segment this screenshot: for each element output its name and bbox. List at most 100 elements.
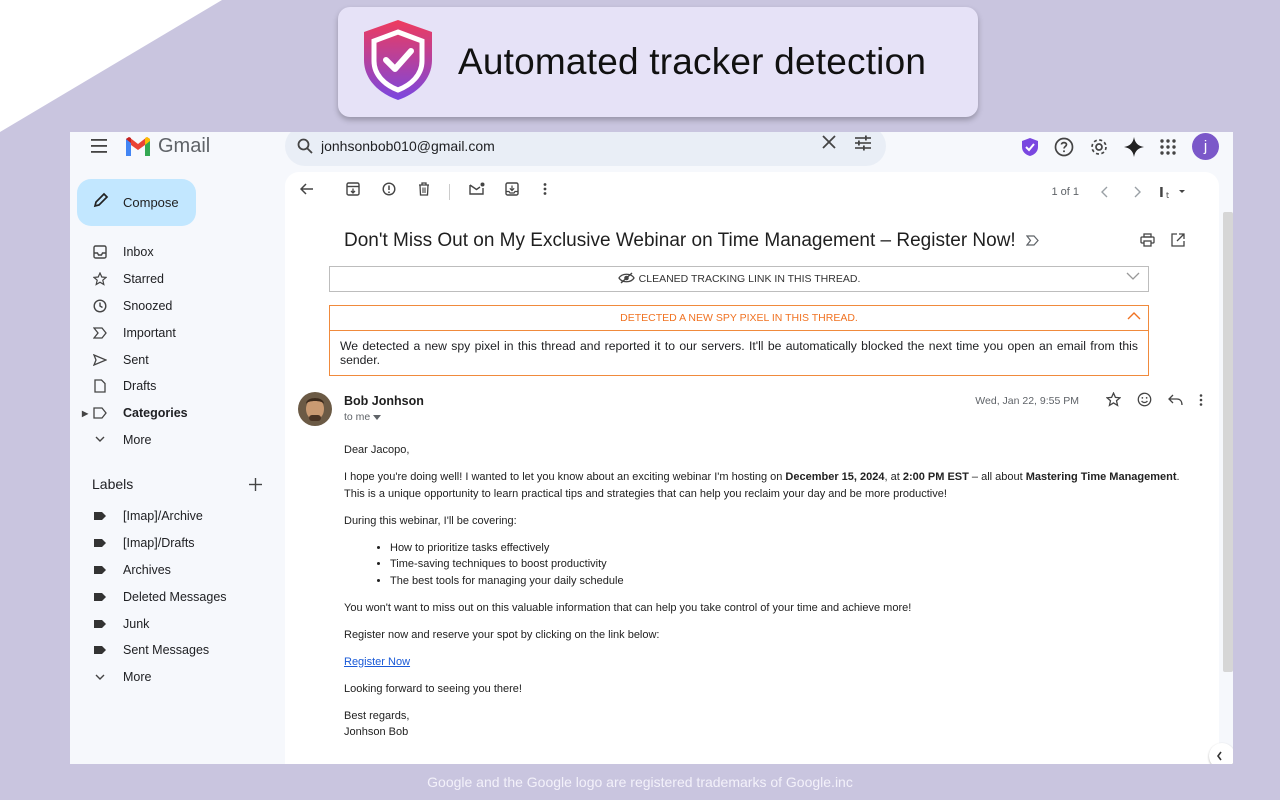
label-item-imap-archive[interactable]: [Imap]/Archive bbox=[70, 503, 280, 530]
recipient-details[interactable]: to me bbox=[344, 411, 382, 423]
clear-search-icon[interactable] bbox=[822, 135, 836, 149]
spy-pixel-header[interactable]: DETECTED A NEW SPY PIXEL IN THIS THREAD. bbox=[330, 306, 1148, 331]
more-vert-icon[interactable] bbox=[543, 182, 547, 196]
draft-icon bbox=[92, 378, 108, 394]
star-icon[interactable] bbox=[1106, 392, 1121, 407]
list-item: Time-saving techniques to boost producti… bbox=[390, 556, 1184, 573]
sidebar-item-more[interactable]: More bbox=[70, 427, 280, 454]
chevron-down-icon bbox=[92, 669, 108, 685]
pencil-icon bbox=[93, 192, 109, 213]
reply-icon[interactable] bbox=[1168, 392, 1183, 407]
page-count: 1 of 1 bbox=[1051, 186, 1079, 198]
sidebar-item-starred[interactable]: Starred bbox=[70, 266, 280, 293]
important-marker-icon[interactable] bbox=[1025, 230, 1039, 252]
sidebar-item-drafts[interactable]: Drafts bbox=[70, 373, 280, 400]
signature-block: Best regards, Jonhson Bob bbox=[344, 709, 410, 739]
feature-banner: Automated tracker detection bbox=[338, 7, 978, 117]
help-icon[interactable] bbox=[1054, 137, 1074, 157]
subject-text: Don't Miss Out on My Exclusive Webinar o… bbox=[344, 230, 1016, 251]
sidebar-item-important[interactable]: Important bbox=[70, 319, 280, 346]
label-tag-icon bbox=[92, 535, 108, 551]
scrollbar[interactable] bbox=[1223, 212, 1233, 672]
label-item-label: Sent Messages bbox=[123, 643, 210, 658]
chevron-down-icon bbox=[92, 432, 108, 448]
archive-icon[interactable] bbox=[346, 182, 360, 196]
body-paragraph-2: During this webinar, I'll be covering: bbox=[344, 514, 517, 527]
cleaned-tracking-notice[interactable]: CLEANED TRACKING LINK IN THIS THREAD. bbox=[329, 266, 1149, 292]
sidebar-item-sent[interactable]: Sent bbox=[70, 346, 280, 373]
settings-gear-icon[interactable] bbox=[1089, 137, 1109, 157]
label-item-archives[interactable]: Archives bbox=[70, 557, 280, 584]
label-item-junk[interactable]: Junk bbox=[70, 610, 280, 637]
search-options-icon[interactable] bbox=[854, 135, 872, 151]
body-paragraph-5: Looking forward to seeing you there! bbox=[344, 682, 522, 695]
chevron-down-icon[interactable] bbox=[1126, 272, 1140, 284]
mark-unread-icon[interactable] bbox=[469, 182, 485, 196]
tracker-shield-icon[interactable] bbox=[1021, 137, 1039, 157]
list-item: The best tools for managing your daily s… bbox=[390, 573, 1184, 590]
email-subject: Don't Miss Out on My Exclusive Webinar o… bbox=[344, 230, 1039, 252]
star-icon bbox=[92, 271, 108, 287]
back-arrow-icon[interactable] bbox=[300, 182, 314, 196]
sidebar-item-inbox[interactable]: Inbox bbox=[70, 239, 280, 266]
message-body: Dear Jacopo, I hope you're doing well! I… bbox=[344, 442, 1184, 751]
apps-grid-icon[interactable] bbox=[1159, 138, 1177, 156]
label-item-sent-messages[interactable]: Sent Messages bbox=[70, 637, 280, 664]
sidebar-item-label: Categories bbox=[123, 406, 188, 421]
sidebar-item-label: More bbox=[123, 432, 152, 447]
emoji-reaction-icon[interactable] bbox=[1137, 392, 1152, 407]
message-toolbar: 1 of 1 It bbox=[285, 182, 1219, 204]
message-date: Wed, Jan 22, 9:55 PM bbox=[975, 395, 1079, 407]
svg-text:I: I bbox=[1159, 186, 1164, 199]
move-to-icon[interactable] bbox=[505, 182, 519, 196]
label-item-more[interactable]: More bbox=[70, 664, 280, 691]
message-header: Bob Jonhson to me Wed, Jan 22, 9:55 PM bbox=[298, 392, 1203, 428]
main-menu-icon[interactable] bbox=[90, 136, 110, 156]
labels-list: [Imap]/Archive [Imap]/Drafts Archives De… bbox=[70, 503, 280, 691]
report-spam-icon[interactable] bbox=[382, 182, 396, 196]
register-link[interactable]: Register Now bbox=[344, 656, 410, 668]
newer-chevron-right-icon[interactable] bbox=[1133, 186, 1141, 198]
svg-text:t: t bbox=[1166, 191, 1169, 199]
sender-avatar[interactable] bbox=[298, 392, 332, 426]
body-paragraph-3: You won't want to miss out on this valua… bbox=[344, 601, 912, 614]
account-avatar[interactable]: j bbox=[1192, 133, 1219, 160]
label-item-label: Junk bbox=[123, 616, 150, 631]
older-chevron-left-icon[interactable] bbox=[1101, 186, 1109, 198]
trademark-footer: Google and the Google logo are registere… bbox=[427, 774, 853, 790]
sidebar-item-categories[interactable]: ▶ Categories bbox=[70, 400, 280, 427]
clock-icon bbox=[92, 298, 108, 314]
label-item-deleted-messages[interactable]: Deleted Messages bbox=[70, 583, 280, 610]
label-item-label: Deleted Messages bbox=[123, 589, 227, 604]
expand-caret-icon[interactable]: ▶ bbox=[82, 409, 88, 418]
label-item-label: More bbox=[123, 670, 152, 685]
inbox-icon bbox=[92, 244, 108, 260]
compose-button[interactable]: Compose bbox=[77, 179, 196, 226]
input-tools-icon[interactable]: It bbox=[1159, 185, 1187, 199]
sidebar-item-snoozed[interactable]: Snoozed bbox=[70, 293, 280, 320]
search-icon[interactable] bbox=[297, 138, 313, 154]
body-paragraph-1: I hope you're doing well! I wanted to le… bbox=[344, 471, 1180, 500]
label-item-imap-drafts[interactable]: [Imap]/Drafts bbox=[70, 530, 280, 557]
add-label-icon[interactable] bbox=[249, 477, 262, 491]
label-tag-icon bbox=[92, 562, 108, 578]
open-new-window-icon[interactable] bbox=[1171, 233, 1185, 247]
subject-actions bbox=[1140, 233, 1185, 247]
label-item-label: Archives bbox=[123, 562, 171, 577]
delete-icon[interactable] bbox=[418, 182, 430, 196]
background-triangle bbox=[0, 0, 222, 132]
shield-check-icon bbox=[360, 18, 436, 107]
labels-title: Labels bbox=[92, 476, 134, 492]
search-input[interactable] bbox=[321, 138, 791, 154]
sidebar-item-label: Snoozed bbox=[123, 298, 173, 313]
toolbar-divider bbox=[449, 184, 450, 200]
search-bar bbox=[285, 132, 886, 166]
more-vert-icon[interactable] bbox=[1199, 392, 1203, 407]
sender-name[interactable]: Bob Jonhson bbox=[344, 394, 424, 408]
gmail-logo[interactable]: Gmail bbox=[124, 135, 210, 158]
chevron-up-icon[interactable] bbox=[1127, 311, 1141, 323]
print-icon[interactable] bbox=[1140, 233, 1155, 247]
gemini-sparkle-icon[interactable] bbox=[1124, 136, 1144, 157]
gmail-m-icon bbox=[126, 137, 150, 156]
side-panel-toggle-icon[interactable] bbox=[1209, 743, 1233, 764]
